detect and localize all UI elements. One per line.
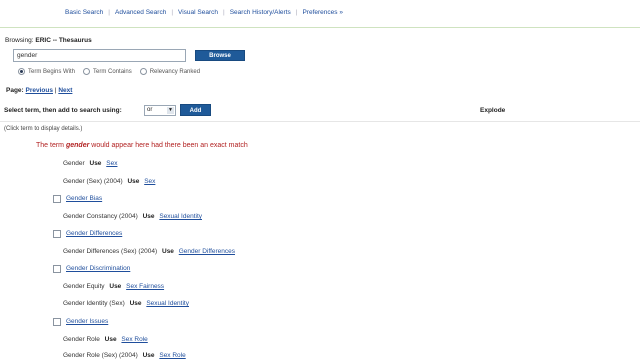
use-target-link[interactable]: Sex Role bbox=[159, 352, 185, 359]
term-entry: Gender Discrimination bbox=[66, 265, 130, 272]
click-hint: (Click term to display details.) bbox=[4, 126, 83, 132]
radio-term-contains[interactable]: Term Contains bbox=[83, 68, 132, 75]
term-name: Gender Differences (Sex) (2004) bbox=[63, 248, 158, 255]
browse-input[interactable] bbox=[13, 49, 186, 62]
no-match-term: gender bbox=[65, 142, 90, 149]
browse-button[interactable]: Browse bbox=[195, 50, 245, 61]
term-checkbox[interactable] bbox=[53, 195, 61, 203]
use-target-link[interactable]: Sex Role bbox=[121, 336, 147, 343]
use-label: Use bbox=[109, 283, 122, 290]
radio-dot[interactable] bbox=[83, 68, 91, 75]
use-target-link[interactable]: Sexual Identity bbox=[159, 213, 202, 220]
term-entry: Gender Issues bbox=[66, 318, 108, 325]
term-row: Gender Discrimination bbox=[0, 264, 640, 276]
pager-label: Page: bbox=[6, 87, 24, 94]
term-row: Gender Role (Sex) (2004) Use Sex Role bbox=[0, 351, 640, 360]
nav-visual-search[interactable]: Visual Search bbox=[173, 9, 223, 16]
use-label: Use bbox=[142, 213, 155, 220]
term-checkbox[interactable] bbox=[53, 230, 61, 238]
term-row: Gender Constancy (2004) Use Sexual Ident… bbox=[0, 212, 640, 224]
no-match-prefix: The term bbox=[36, 142, 65, 149]
use-target-link[interactable]: Sex bbox=[144, 178, 155, 185]
term-name: Gender (Sex) (2004) bbox=[63, 178, 123, 185]
radio-dot[interactable] bbox=[18, 68, 25, 75]
explode-column-header: Explode bbox=[480, 107, 506, 114]
term-row: Gender Bias bbox=[0, 194, 640, 206]
nav-preferences[interactable]: Preferences » bbox=[297, 9, 347, 16]
use-label: Use bbox=[129, 300, 142, 307]
browsing-source: ERIC -- Thesaurus bbox=[35, 37, 92, 44]
term-row: Gender Issues bbox=[0, 317, 640, 329]
nav-basic-search[interactable]: Basic Search bbox=[60, 9, 108, 16]
pager: Page: Previous | Next bbox=[6, 87, 72, 94]
add-to-search-bar: Select term, then add to search using: o… bbox=[4, 103, 636, 118]
term-row: Gender (Sex) (2004) Use Sex bbox=[0, 177, 640, 189]
radio-term-begins-with[interactable]: Term Begins With bbox=[18, 68, 75, 75]
browsing-label: Browsing: ERIC -- Thesaurus bbox=[5, 37, 92, 44]
term-row: Gender Differences bbox=[0, 229, 640, 241]
term-name: Gender Constancy (2004) bbox=[63, 213, 138, 220]
term-entry: Gender Role (Sex) (2004) Use Sex Role bbox=[63, 352, 186, 359]
browsing-prefix: Browsing: bbox=[5, 37, 34, 44]
term-entry: Gender Bias bbox=[66, 195, 102, 202]
term-checkbox[interactable] bbox=[53, 318, 61, 326]
results-divider bbox=[0, 121, 640, 122]
add-button[interactable]: Add bbox=[180, 104, 211, 116]
header-divider bbox=[0, 27, 640, 28]
use-target-link[interactable]: Sex Fairness bbox=[126, 283, 164, 290]
browse-mode-radios: Term Begins With Term Contains Relevancy… bbox=[18, 68, 208, 75]
use-label: Use bbox=[142, 352, 155, 359]
term-entry: Gender Role Use Sex Role bbox=[63, 336, 148, 343]
term-name: Gender Role bbox=[63, 336, 100, 343]
nav-search-history[interactable]: Search History/Alerts bbox=[225, 9, 296, 16]
term-name: Gender Equity bbox=[63, 283, 105, 290]
operator-value: or bbox=[147, 107, 153, 113]
term-row: Gender Identity (Sex) Use Sexual Identit… bbox=[0, 299, 640, 311]
term-entry: Gender Equity Use Sex Fairness bbox=[63, 283, 164, 290]
term-link[interactable]: Gender Issues bbox=[66, 318, 108, 325]
term-entry: Gender Use Sex bbox=[63, 160, 117, 167]
use-label: Use bbox=[162, 248, 174, 255]
term-entry: Gender Differences (Sex) (2004) Use Gend… bbox=[63, 248, 235, 255]
use-label: Use bbox=[104, 336, 117, 343]
term-entry: Gender Constancy (2004) Use Sexual Ident… bbox=[63, 213, 202, 220]
radio-label: Term Contains bbox=[93, 68, 132, 75]
term-row: Gender Equity Use Sex Fairness bbox=[0, 282, 640, 294]
use-target-link[interactable]: Gender Differences bbox=[179, 248, 235, 255]
term-name: Gender Role (Sex) (2004) bbox=[63, 352, 138, 359]
radio-label: Term Begins With bbox=[28, 68, 76, 75]
nav-links: Basic Search | Advanced Search | Visual … bbox=[60, 9, 348, 16]
term-name: Gender bbox=[63, 160, 85, 167]
chevron-down-icon[interactable]: ▼ bbox=[167, 107, 174, 114]
use-target-link[interactable]: Sex bbox=[106, 160, 117, 167]
term-link[interactable]: Gender Differences bbox=[66, 230, 122, 237]
term-link[interactable]: Gender Discrimination bbox=[66, 265, 130, 272]
radio-relevancy-ranked[interactable]: Relevancy Ranked bbox=[139, 68, 201, 75]
term-entry: Gender (Sex) (2004) Use Sex bbox=[63, 178, 155, 185]
term-link[interactable]: Gender Bias bbox=[66, 195, 102, 202]
no-match-message: The term gender would appear here had th… bbox=[36, 142, 248, 149]
pager-previous-link[interactable]: Previous bbox=[26, 87, 53, 94]
top-nav: Basic Search | Advanced Search | Visual … bbox=[0, 0, 640, 22]
term-checkbox[interactable] bbox=[53, 265, 61, 273]
term-row: Gender Role Use Sex Role bbox=[0, 335, 640, 347]
term-row: Gender Differences (Sex) (2004) Use Gend… bbox=[0, 247, 640, 259]
add-instruction: Select term, then add to search using: bbox=[4, 107, 122, 114]
use-label: Use bbox=[127, 178, 140, 185]
term-entry: Gender Identity (Sex) Use Sexual Identit… bbox=[63, 300, 189, 307]
no-match-suffix: would appear here had there been an exac… bbox=[91, 142, 248, 149]
pager-separator: | bbox=[54, 87, 57, 94]
radio-label: Relevancy Ranked bbox=[149, 68, 201, 75]
term-name: Gender Identity (Sex) bbox=[63, 300, 125, 307]
term-row: Gender Use Sex bbox=[0, 159, 640, 171]
operator-select[interactable]: or ▼ bbox=[144, 105, 176, 116]
term-entry: Gender Differences bbox=[66, 230, 122, 237]
use-target-link[interactable]: Sexual Identity bbox=[146, 300, 189, 307]
radio-dot[interactable] bbox=[139, 68, 147, 75]
pager-next-link[interactable]: Next bbox=[58, 87, 72, 94]
nav-advanced-search[interactable]: Advanced Search bbox=[110, 9, 171, 16]
use-label: Use bbox=[89, 160, 102, 167]
